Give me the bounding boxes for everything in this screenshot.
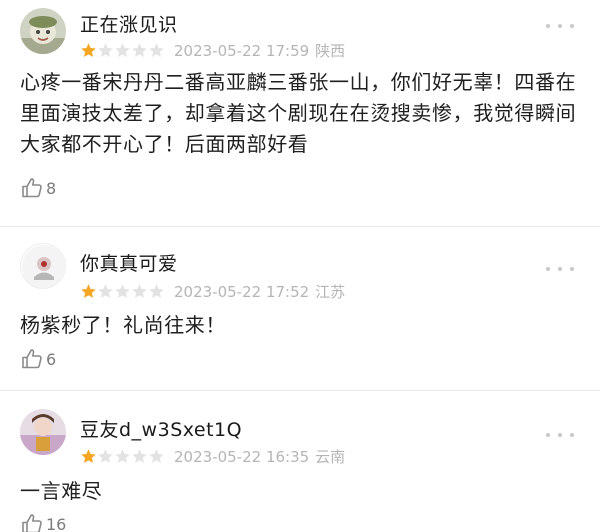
review-item: 正在涨见识 2023-05-22 17:59 陕西 心疼一番宋丹丹二番高亚麟三番… <box>0 0 600 220</box>
avatar-image <box>20 8 66 54</box>
review-meta: 2023-05-22 17:52 江苏 <box>80 281 345 302</box>
star-filled-icon <box>81 43 96 57</box>
review-date: 2023-05-22 16:35 <box>174 447 310 466</box>
more-options-button[interactable] <box>546 18 574 34</box>
star-empty-icon <box>149 449 164 463</box>
rating-stars <box>80 448 165 465</box>
thumbs-up-icon <box>22 349 42 369</box>
rating-stars <box>80 42 165 59</box>
review-item: 豆友d_w3Sxet1Q 2023-05-22 16:35 云南 一言难尽 16 <box>0 391 600 532</box>
thumbs-up-icon <box>22 514 42 532</box>
star-filled-icon <box>81 284 96 298</box>
more-dots-icon <box>546 433 550 437</box>
star-empty-icon <box>115 449 130 463</box>
star-empty-icon <box>132 284 147 298</box>
review-meta: 2023-05-22 17:59 陕西 <box>80 40 345 61</box>
star-empty-icon <box>98 284 113 298</box>
star-filled-icon <box>81 449 96 463</box>
more-options-button[interactable] <box>546 427 574 443</box>
rating-stars <box>80 283 165 300</box>
review-feed: 正在涨见识 2023-05-22 17:59 陕西 心疼一番宋丹丹二番高亚麟三番… <box>0 0 600 532</box>
review-text: 心疼一番宋丹丹二番高亚麟三番张一山，你们好无辜！四番在里面演技太差了，却拿着这个… <box>20 70 577 156</box>
star-empty-icon <box>132 449 147 463</box>
like-button[interactable]: 6 <box>20 347 56 371</box>
thumbs-up-icon <box>22 178 42 198</box>
review-meta: 2023-05-22 16:35 云南 <box>80 446 345 467</box>
like-count: 6 <box>46 349 57 369</box>
star-empty-icon <box>115 43 130 57</box>
review-location: 云南 <box>315 448 346 466</box>
like-button[interactable]: 8 <box>20 176 56 200</box>
avatar-image <box>22 245 65 288</box>
avatar[interactable] <box>20 243 66 289</box>
username[interactable]: 你真真可爱 <box>80 249 178 276</box>
more-dots-icon <box>546 267 550 271</box>
avatar[interactable] <box>20 409 66 455</box>
star-empty-icon <box>98 43 113 57</box>
star-empty-icon <box>149 284 164 298</box>
review-location: 江苏 <box>315 283 346 301</box>
more-options-button[interactable] <box>546 261 574 277</box>
review-text: 一言难尽 <box>20 479 103 503</box>
star-empty-icon <box>115 284 130 298</box>
more-dots-icon <box>546 24 550 28</box>
like-count: 16 <box>46 514 67 532</box>
review-item: 你真真可爱 2023-05-22 17:52 江苏 杨紫秒了！礼尚往来！ 6 <box>0 227 600 387</box>
star-empty-icon <box>149 43 164 57</box>
review-text: 杨紫秒了！礼尚往来！ <box>20 313 226 337</box>
username[interactable]: 正在涨见识 <box>80 10 178 37</box>
star-empty-icon <box>132 43 147 57</box>
avatar-image <box>20 409 66 455</box>
review-location: 陕西 <box>315 42 346 60</box>
avatar[interactable] <box>20 8 66 54</box>
review-date: 2023-05-22 17:52 <box>174 282 310 301</box>
like-count: 8 <box>46 178 57 198</box>
review-date: 2023-05-22 17:59 <box>174 41 310 60</box>
like-button[interactable]: 16 <box>20 512 66 532</box>
star-empty-icon <box>98 449 113 463</box>
username[interactable]: 豆友d_w3Sxet1Q <box>80 415 242 442</box>
